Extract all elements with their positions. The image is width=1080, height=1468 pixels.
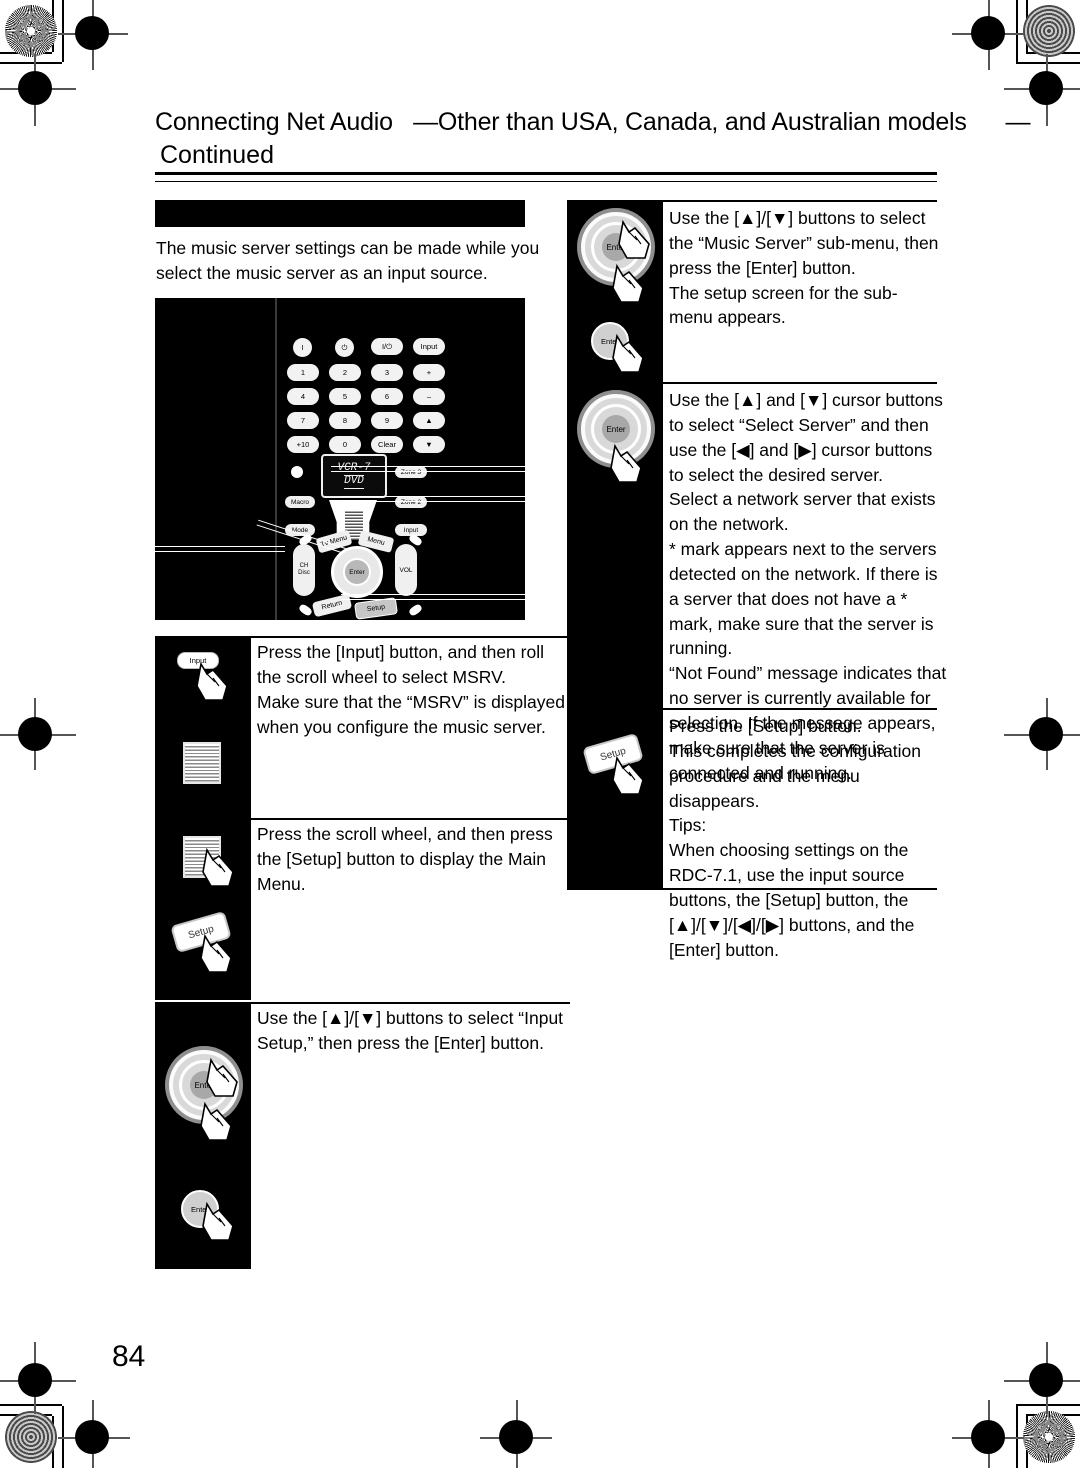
step-divider xyxy=(567,888,937,890)
key-plus10: +10 xyxy=(287,436,319,453)
header-title-line: Connecting Net Audio —Other than USA, Ca… xyxy=(155,108,1030,137)
pointing-hand-icon xyxy=(609,332,649,376)
page-header: Connecting Net Audio —Other than USA, Ca… xyxy=(155,108,1030,170)
pointing-hand-icon xyxy=(609,754,649,798)
step-block: Enter Use the [▲] and [▼] cursor buttons… xyxy=(567,384,946,783)
key-row: 4 5 6 – xyxy=(287,388,455,405)
key-row: 1 2 3 + xyxy=(287,364,455,381)
manual-page: Connecting Net Audio —Other than USA, Ca… xyxy=(0,0,1080,1468)
page-number: 84 xyxy=(112,1340,146,1373)
pointing-hand-icon xyxy=(615,218,655,262)
callout-line-enter xyxy=(155,546,285,552)
step-instruction: Press the [Input] button, and then roll … xyxy=(257,642,566,737)
step-illustration: Enter xyxy=(567,384,663,706)
key-setup: Setup xyxy=(354,597,398,620)
step-block: Setup Press the [Setup] button. This comp… xyxy=(567,710,937,960)
step-illustration: Setup xyxy=(155,820,251,1000)
lcd-line-2: DVD xyxy=(344,475,364,489)
pointing-hand-icon xyxy=(197,1100,237,1144)
key-clear: Clear xyxy=(371,436,403,453)
indicator-led-icon xyxy=(291,466,303,478)
header-continued: Continued xyxy=(160,141,274,169)
key-on-standby: I/⏻ xyxy=(371,338,403,355)
step-instruction: Press the scroll wheel, and then press t… xyxy=(257,824,553,894)
key-6: 6 xyxy=(371,388,403,405)
key-power-on: I xyxy=(293,338,312,357)
decorative-key xyxy=(407,602,424,618)
step-block: Enter Enter Use the [▲]/[▼] buttons to s… xyxy=(155,1004,570,1269)
navigation-ring: Enter xyxy=(331,546,383,598)
step-instruction: Press the [Setup] button. This completes … xyxy=(669,716,921,960)
key-ch-disc: CH Disc xyxy=(293,544,315,596)
key-plus: + xyxy=(413,364,445,381)
header-trailing-dash: — xyxy=(1005,108,1031,136)
key-row: +10 0 Clear ▼ xyxy=(287,436,455,453)
page-subtitle: —Other than USA, Canada, and Australian … xyxy=(413,108,967,136)
key-3: 3 xyxy=(371,364,403,381)
enter-button-icon: Enter xyxy=(343,558,371,586)
key-minus: – xyxy=(413,388,445,405)
key-standby: ⏻ xyxy=(335,338,354,357)
step-illustration: Enter Enter xyxy=(567,202,663,380)
header-divider xyxy=(155,172,937,182)
key-4: 4 xyxy=(287,388,319,405)
intro-paragraph: The music server settings can be made wh… xyxy=(156,238,540,283)
remote-body: I ⏻ I/⏻ Input 1 2 3 + 4 5 6 – 7 8 9 ▲ +1… xyxy=(283,338,455,620)
pointing-hand-icon xyxy=(199,1200,239,1244)
scroll-wheel-icon xyxy=(183,742,221,784)
callout-line-setup xyxy=(341,594,525,600)
callout-line-input xyxy=(341,496,525,502)
key-9: 9 xyxy=(371,412,403,429)
remote-keypad: I ⏻ I/⏻ Input 1 2 3 + 4 5 6 – 7 8 9 ▲ +1… xyxy=(287,338,455,460)
pointing-hand-icon xyxy=(609,262,649,306)
remote-control-illustration: I ⏻ I/⏻ Input 1 2 3 + 4 5 6 – 7 8 9 ▲ +1… xyxy=(155,298,525,620)
key-up-arrow-icon: ▲ xyxy=(413,412,445,429)
key-0: 0 xyxy=(329,436,361,453)
pointing-hand-icon xyxy=(197,932,237,976)
key-7: 7 xyxy=(287,412,319,429)
remote-lcd-display: VCR-7 DVD xyxy=(321,454,387,498)
key-macro: Macro xyxy=(285,496,315,508)
step-block: Input Press the [Input] button, and then… xyxy=(155,638,570,818)
decorative-key xyxy=(297,602,314,618)
step-illustration: Enter Enter xyxy=(155,1004,251,1269)
callout-line-zone3 xyxy=(331,466,525,472)
page-title: Connecting Net Audio xyxy=(155,108,393,136)
key-input: Input xyxy=(413,338,445,355)
key-1: 1 xyxy=(287,364,319,381)
key-volume: VOL xyxy=(395,544,417,596)
pointing-hand-icon xyxy=(607,442,647,486)
step-block: Setup Press the scroll wheel, and then p… xyxy=(155,820,570,1000)
pointing-hand-icon xyxy=(199,846,239,890)
step-block: Enter Enter Use the [▲]/[▼] buttons to s… xyxy=(567,202,938,380)
section-heading-bar xyxy=(155,200,525,227)
enter-label: Enter xyxy=(602,415,630,443)
step-instruction: Use the [▲]/[▼] buttons to select the “M… xyxy=(669,208,939,328)
key-2: 2 xyxy=(329,364,361,381)
step-illustration: Input xyxy=(155,638,251,818)
panel-edge-rule xyxy=(275,298,277,620)
key-5: 5 xyxy=(329,388,361,405)
pointing-hand-icon xyxy=(203,1056,243,1100)
step-illustration: Setup xyxy=(567,710,663,888)
step-instruction: Use the [▲]/[▼] buttons to select “Input… xyxy=(257,1008,564,1053)
pointing-hand-icon xyxy=(193,660,233,704)
key-8: 8 xyxy=(329,412,361,429)
key-row: I ⏻ I/⏻ Input xyxy=(287,338,455,357)
key-row: 7 8 9 ▲ xyxy=(287,412,455,429)
key-down-arrow-icon: ▼ xyxy=(413,436,445,453)
